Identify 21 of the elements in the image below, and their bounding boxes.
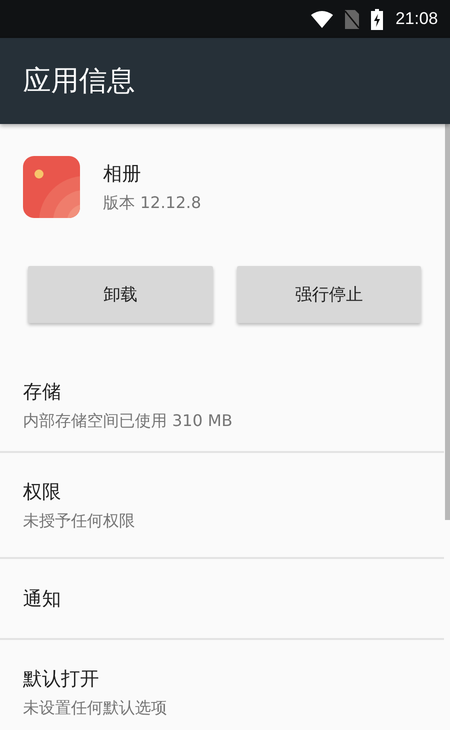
gallery-app-icon <box>23 156 80 218</box>
settings-item[interactable]: 存储 内部存储空间已使用 310 MB <box>0 359 444 453</box>
page-title: 应用信息 <box>23 63 135 99</box>
item-title: 通知 <box>23 586 62 612</box>
app-name: 相册 <box>103 162 142 186</box>
uninstall-button[interactable]: 卸载 <box>28 266 212 323</box>
item-title: 默认打开 <box>23 666 100 692</box>
settings-item[interactable]: 通知 <box>0 559 444 640</box>
clock-time: 21:08 <box>395 9 438 29</box>
item-subtitle: 内部存储空间已使用 310 MB <box>23 410 234 432</box>
app-version: 版本 12.12.8 <box>103 192 202 214</box>
item-subtitle: 未授予任何权限 <box>23 510 136 532</box>
item-title: 存储 <box>23 380 62 404</box>
item-title: 权限 <box>23 480 62 504</box>
battery-charging-icon <box>371 8 384 30</box>
force-stop-button[interactable]: 强行停止 <box>236 266 421 323</box>
settings-item[interactable]: 权限 未授予任何权限 <box>0 453 444 559</box>
no-sim-icon <box>345 10 360 28</box>
wifi-icon <box>311 10 334 28</box>
settings-item[interactable]: 默认打开 未设置任何默认选项 <box>0 640 444 730</box>
item-subtitle: 未设置任何默认选项 <box>23 698 168 718</box>
